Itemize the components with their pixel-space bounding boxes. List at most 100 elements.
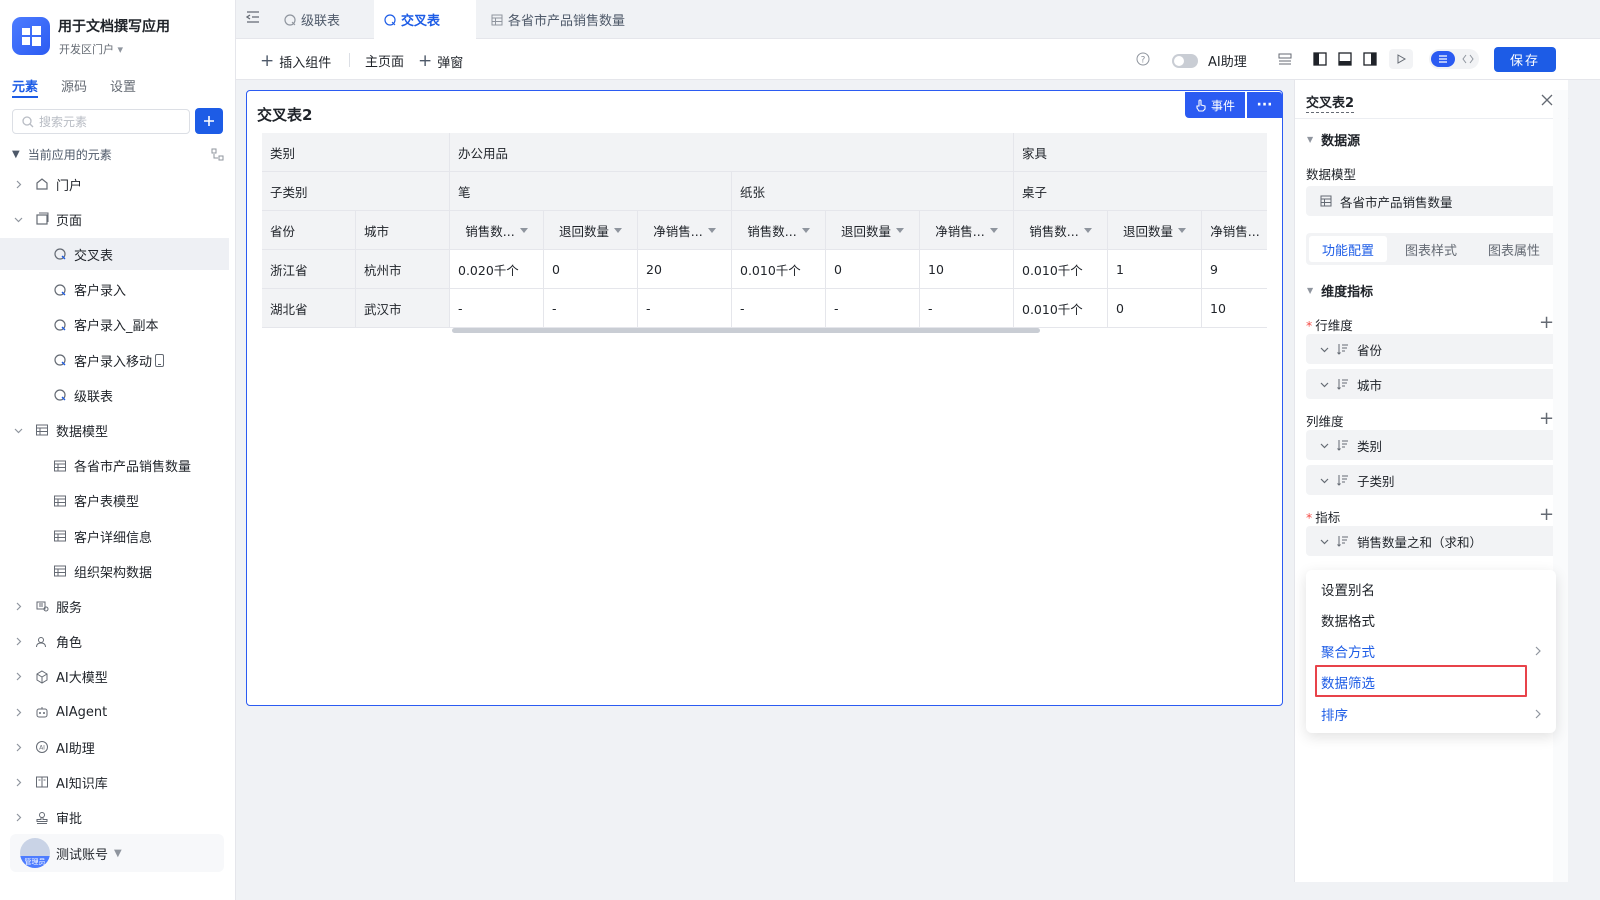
component-tree-icon[interactable] — [1278, 53, 1292, 65]
menu-item-0[interactable]: 设置别名 — [1306, 573, 1556, 604]
save-button[interactable]: 保存 — [1494, 47, 1556, 72]
tab-chart-style[interactable]: 图表样式 — [1392, 236, 1470, 262]
chevron-down-icon[interactable] — [1320, 345, 1329, 354]
sidebar-item-15[interactable]: AIAgent — [0, 696, 229, 728]
more-options-button[interactable]: ··· — [1247, 92, 1282, 118]
portal-selector[interactable]: 开发区门户 ▾ — [59, 41, 123, 57]
tab-chart-props[interactable]: 图表属性 — [1475, 236, 1553, 262]
sidebar-item-16[interactable]: AI AI助理 — [0, 731, 229, 763]
chevron-right-icon[interactable] — [11, 180, 25, 189]
tab-function-config[interactable]: 功能配置 — [1309, 236, 1387, 262]
horizontal-scrollbar[interactable] — [452, 328, 1040, 333]
model-select[interactable]: 各省市产品销售数量 — [1306, 186, 1557, 216]
sidebar-item-6[interactable]: 级联表 — [0, 379, 229, 411]
tab-cascade-table[interactable]: 级联表 — [274, 0, 350, 39]
app-logo[interactable] — [12, 17, 50, 55]
grid-cell-r2-c4[interactable]: 净销售... — [638, 211, 732, 250]
sidebar-item-3[interactable]: 客户录入 — [0, 274, 229, 306]
grid-cell-r2-c7[interactable]: 净销售... — [920, 211, 1014, 250]
sidebar-item-9[interactable]: 客户表模型 — [0, 485, 229, 517]
chevron-right-icon[interactable] — [11, 602, 25, 611]
chevron-right-icon[interactable] — [11, 708, 25, 717]
sidebar-item-10[interactable]: 客户详细信息 — [0, 520, 229, 552]
account-switcher[interactable]: 管理员 测试账号 ▼ — [10, 834, 224, 872]
chevron-down-icon[interactable] — [11, 215, 25, 224]
home-page-button[interactable]: 主页面 — [365, 51, 404, 70]
col-items-item[interactable]: 类别 — [1306, 430, 1557, 460]
chevron-down-icon[interactable] — [11, 426, 25, 435]
sidebar-item-0[interactable]: 门户 — [0, 168, 229, 200]
menu-item-1[interactable]: 数据格式 — [1306, 604, 1556, 635]
tab-settings[interactable]: 设置 — [110, 76, 136, 95]
sidebar-item-7[interactable]: 数据模型 — [0, 414, 229, 446]
popup-button[interactable]: + 弹窗 — [418, 51, 463, 71]
sort-dropdown-icon[interactable] — [989, 227, 998, 233]
layout-right-icon[interactable] — [1363, 52, 1377, 66]
col-items-item[interactable]: 子类别 — [1306, 465, 1557, 495]
crosstab-widget[interactable]: 交叉表2 事件 ··· 类别 办公用品 家具 子类别 笔 纸张 桌子 省份 城市 销售数... 退回… — [246, 90, 1283, 706]
sidebar-item-5[interactable]: 客户录入移动 — [0, 344, 229, 376]
event-button[interactable]: 事件 — [1185, 92, 1245, 118]
add-row-dim-button[interactable]: + — [1539, 314, 1554, 332]
collapse-sidebar-icon[interactable] — [246, 11, 260, 23]
panel-title[interactable]: 交叉表2 — [1306, 92, 1355, 113]
chevron-right-icon[interactable] — [11, 637, 25, 646]
play-icon[interactable] — [1389, 49, 1413, 69]
metric-items-item[interactable]: 销售数量之和（求和） — [1306, 526, 1557, 556]
row-items-item[interactable]: 省份 — [1306, 334, 1557, 364]
sidebar-item-17[interactable]: AI知识库 — [0, 766, 229, 798]
chevron-right-icon[interactable] — [11, 743, 25, 752]
grid-cell-r2-c2[interactable]: 销售数... — [450, 211, 544, 250]
sidebar-item-2[interactable]: 交叉表 — [0, 238, 229, 271]
sort-dropdown-icon[interactable] — [1178, 227, 1186, 233]
sidebar-item-4[interactable]: 客户录入_副本 — [0, 309, 229, 341]
chevron-right-icon[interactable] — [11, 813, 25, 822]
add-element-button[interactable] — [195, 108, 223, 134]
insert-component-button[interactable]: + 插入组件 — [260, 51, 331, 71]
sidebar-item-1[interactable]: 页面 — [0, 203, 229, 235]
tab-source[interactable]: 源码 — [61, 76, 87, 95]
sidebar-item-8[interactable]: 各省市产品销售数量 — [0, 450, 229, 482]
sort-dropdown-icon[interactable] — [519, 227, 528, 233]
add-metric-button[interactable]: + — [1539, 506, 1554, 524]
code-mode-icon[interactable] — [1458, 51, 1478, 67]
section-dims[interactable]: ▼ 维度指标 — [1307, 281, 1373, 300]
grid-cell-r2-c5[interactable]: 销售数... — [732, 211, 826, 250]
chevron-right-icon[interactable] — [11, 778, 25, 787]
section-datasource[interactable]: ▼ 数据源 — [1307, 130, 1360, 149]
row-items-item[interactable]: 城市 — [1306, 369, 1557, 399]
tab-crosstab[interactable]: 交叉表 — [374, 0, 476, 39]
sort-dropdown-icon[interactable] — [1083, 227, 1092, 233]
sort-dropdown-icon[interactable] — [707, 227, 716, 233]
search-input[interactable]: 搜索元素 — [12, 109, 190, 134]
panel-scrollbar[interactable] — [1553, 90, 1568, 882]
help-icon[interactable]: ? — [1136, 52, 1150, 66]
menu-item-4[interactable]: 排序 — [1306, 698, 1556, 729]
chevron-right-icon[interactable] — [11, 672, 25, 681]
grid-cell-r2-c9[interactable]: 退回数量 — [1108, 211, 1202, 250]
layout-left-icon[interactable] — [1313, 52, 1327, 66]
sidebar-item-13[interactable]: 角色 — [0, 626, 229, 658]
sort-dropdown-icon[interactable] — [896, 227, 904, 233]
grid-cell-r2-c3[interactable]: 退回数量 — [544, 211, 638, 250]
sidebar-item-18[interactable]: 审批 — [0, 802, 229, 834]
sidebar-item-11[interactable]: 组织架构数据 — [0, 555, 229, 587]
design-mode-icon[interactable] — [1431, 51, 1455, 67]
sidebar-item-12[interactable]: 服务 — [0, 590, 229, 622]
ai-assistant-toggle[interactable] — [1172, 54, 1198, 68]
sort-dropdown-icon[interactable] — [614, 227, 622, 233]
chevron-down-icon[interactable] — [1320, 476, 1329, 485]
close-icon[interactable] — [1541, 94, 1553, 106]
sidebar-item-14[interactable]: AI大模型 — [0, 661, 229, 693]
grid-cell-r2-c6[interactable]: 退回数量 — [826, 211, 920, 250]
collapse-tree-icon[interactable] — [211, 148, 224, 161]
chevron-down-icon[interactable] — [1320, 537, 1329, 546]
tab-elements[interactable]: 元素 — [12, 76, 38, 95]
chevron-down-icon[interactable] — [1320, 441, 1329, 450]
grid-cell-r2-c8[interactable]: 销售数... — [1014, 211, 1108, 250]
tree-header[interactable]: ▼ 当前应用的元素 — [12, 146, 224, 162]
layout-bottom-icon[interactable] — [1338, 52, 1352, 66]
add-col-dim-button[interactable]: + — [1539, 410, 1554, 428]
sort-dropdown-icon[interactable] — [801, 227, 810, 233]
menu-item-2[interactable]: 聚合方式 — [1306, 636, 1556, 667]
